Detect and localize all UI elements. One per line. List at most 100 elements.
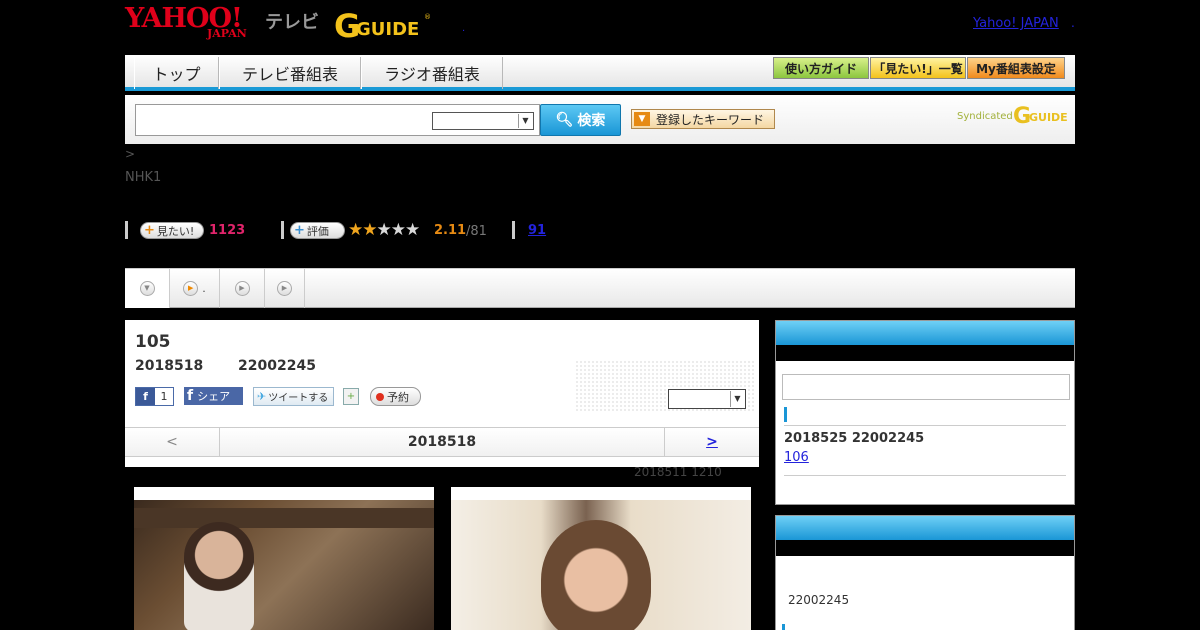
- photo-person: [541, 520, 651, 630]
- syndicated-gguide-logo: G GUIDE: [1013, 104, 1068, 125]
- star-filled-icon: ★: [362, 220, 377, 240]
- rating-stars: ★★★★★: [348, 220, 420, 240]
- chevron-down-icon: ▼: [518, 114, 532, 128]
- sidebar-time-text: 22002245: [788, 593, 850, 607]
- wish-button[interactable]: + 見たい!: [140, 222, 204, 239]
- tweet-label: ツイートする: [268, 393, 329, 404]
- accent-bar: [782, 624, 785, 630]
- facebook-share-label: シェア: [197, 390, 231, 403]
- photo-image: [451, 500, 751, 630]
- photo-person: [184, 522, 254, 630]
- rating-total: /81: [466, 224, 487, 239]
- sidebar-box-header: [776, 321, 1074, 345]
- episode-time: 22002245: [238, 358, 316, 374]
- stat-divider: [281, 221, 284, 239]
- program-subtabs: ▼ ▶ . ▶ ▶: [125, 268, 1075, 308]
- tweet-button[interactable]: ✈ ツイートする: [253, 387, 334, 406]
- search-bar: ▼ 🔍︎ 検索 ▼ 登録したキーワード Syndicated G GUIDE: [125, 95, 1075, 144]
- breadcrumb[interactable]: >: [125, 147, 135, 161]
- play-icon: ▶: [277, 281, 292, 296]
- stat-divider: [125, 221, 128, 239]
- gguide-logo[interactable]: G GUIDE ®: [334, 7, 434, 41]
- plus-icon: +: [294, 223, 305, 238]
- svg-text:®: ®: [424, 13, 431, 21]
- stat-divider: [512, 221, 515, 239]
- saved-keywords-button[interactable]: ▼ 登録したキーワード: [631, 109, 775, 129]
- divider: [784, 475, 1066, 476]
- subtab-2-label: .: [202, 282, 206, 295]
- sidebar-box-info: 22002245: [775, 515, 1075, 630]
- my-listings-settings-button[interactable]: My番組表設定: [967, 57, 1065, 79]
- search-category-select[interactable]: ▼: [432, 112, 534, 130]
- chevron-down-icon: ▼: [139, 281, 155, 296]
- svg-text:GUIDE: GUIDE: [1029, 111, 1068, 124]
- pager-current-date: 2018518: [407, 434, 477, 450]
- divider: [784, 425, 1066, 426]
- episode-title: 105: [135, 332, 171, 352]
- episode-photo-1[interactable]: [134, 487, 434, 630]
- play-icon: ▶: [183, 281, 199, 296]
- chevron-down-icon: ▼: [730, 391, 744, 407]
- facebook-icon: f: [187, 388, 194, 404]
- plus-icon: +: [144, 223, 155, 238]
- episode-note: 2018511 1210: [634, 465, 722, 479]
- reserve-button[interactable]: 予約: [370, 387, 421, 406]
- episode-panel: 105 2018518 22002245 f 1 f シェア ✈ ツイートする …: [125, 320, 759, 467]
- play-icon: ▶: [234, 281, 250, 296]
- facebook-like-button[interactable]: f 1: [135, 387, 174, 406]
- rate-button-label: 評価: [306, 224, 329, 238]
- episode-photo-2[interactable]: [451, 487, 751, 630]
- pager-next-link[interactable]: >: [664, 428, 759, 457]
- nav-tab-top[interactable]: トップ: [134, 57, 219, 89]
- next-broadcast-datetime: 2018525 22002245: [784, 431, 925, 446]
- facebook-icon: f: [136, 388, 155, 405]
- page: YAHOO! JAPAN テレビ G GUIDE ® . Yahoo! JAPA…: [0, 0, 1200, 630]
- tv-logo-text[interactable]: テレビ: [265, 8, 319, 34]
- header-link-dot: .: [1071, 16, 1075, 30]
- episode-select[interactable]: ▼: [668, 389, 746, 409]
- facebook-share-button[interactable]: f シェア: [184, 387, 243, 405]
- nav-tab-tv-listings[interactable]: テレビ番組表: [219, 57, 361, 89]
- rate-button[interactable]: + 評価: [290, 222, 345, 239]
- guide-button[interactable]: 使い方ガイド: [773, 57, 869, 79]
- pager-prev-button[interactable]: <: [125, 428, 220, 457]
- comment-count-link[interactable]: 91: [528, 223, 546, 238]
- chevron-down-icon: ▼: [634, 112, 650, 126]
- subtab-2[interactable]: ▶ .: [170, 269, 220, 308]
- subtab-4[interactable]: ▶: [265, 269, 305, 308]
- sidebar-box-subheader: [776, 540, 1074, 556]
- accent-bar: [784, 407, 787, 422]
- yahoo-japan-link[interactable]: Yahoo! JAPAN: [973, 16, 1059, 31]
- star-empty-icon: ★: [405, 220, 420, 240]
- reserve-label: 予約: [387, 390, 409, 404]
- search-icon: 🔍︎: [555, 112, 574, 128]
- search-button[interactable]: 🔍︎ 検索: [540, 104, 621, 136]
- header-dot: .: [462, 23, 466, 34]
- subtab-1[interactable]: ▼: [125, 269, 170, 308]
- sidebar-box-header: [776, 516, 1074, 540]
- svg-text:GUIDE: GUIDE: [356, 19, 419, 40]
- date-pager: < 2018518 >: [125, 427, 759, 457]
- calendar-add-icon[interactable]: +: [343, 388, 359, 405]
- rating-score: 2.11: [434, 223, 467, 238]
- facebook-like-count: 1: [155, 388, 173, 405]
- sidebar-box-schedule: 2018525 22002245 106: [775, 320, 1075, 505]
- next-episode-link[interactable]: 106: [784, 450, 809, 465]
- wishlist-button[interactable]: 「見たい!」一覧: [870, 57, 966, 79]
- episode-date: 2018518: [135, 358, 204, 374]
- sidebar-box-subheader: [776, 345, 1074, 361]
- wish-count: 1123: [209, 223, 246, 238]
- syndicated-label: Syndicated: [957, 111, 1013, 122]
- subtab-3[interactable]: ▶: [220, 269, 265, 308]
- star-empty-icon: ★: [390, 220, 406, 240]
- wish-button-label: 見たい!: [156, 224, 195, 238]
- star-empty-icon: ★: [376, 220, 392, 240]
- global-nav: トップ テレビ番組表 ラジオ番組表 使い方ガイド 「見たい!」一覧 My番組表設…: [125, 55, 1075, 91]
- star-filled-icon: ★: [348, 220, 363, 240]
- record-dot-icon: [376, 392, 384, 401]
- saved-keywords-label: 登録したキーワード: [656, 112, 765, 127]
- yahoo-japan-logo-text: JAPAN: [207, 27, 247, 40]
- photo-background: [134, 508, 434, 528]
- nav-tab-radio-listings[interactable]: ラジオ番組表: [361, 57, 503, 89]
- sidebar-input[interactable]: [782, 374, 1070, 400]
